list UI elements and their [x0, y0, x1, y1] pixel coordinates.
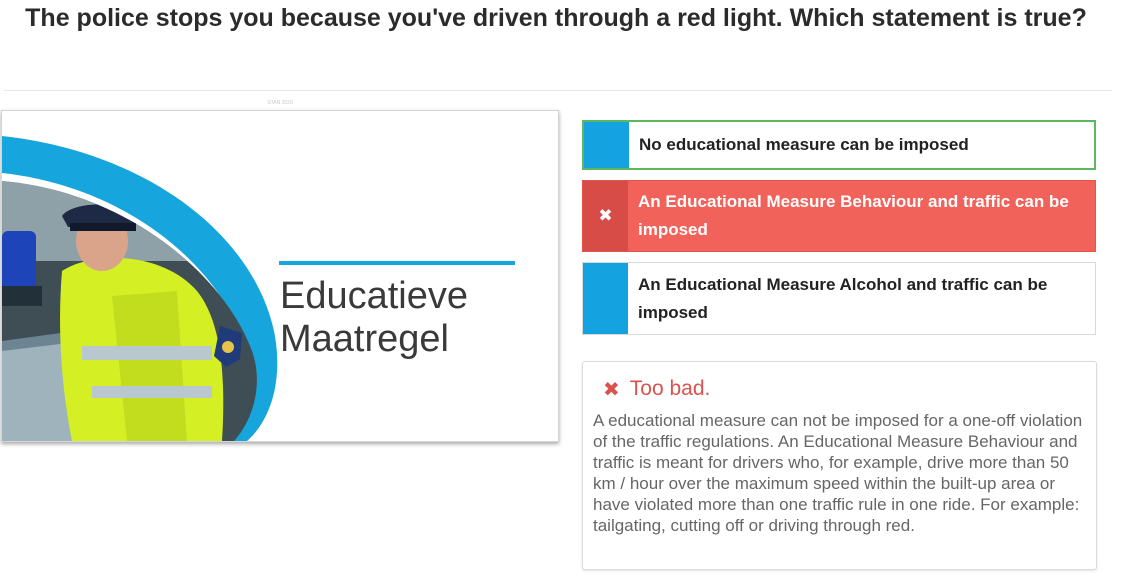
- question-image: Educatieve Maatregel: [1, 110, 559, 442]
- image-caption: STAN 2020: [267, 100, 293, 106]
- answer-marker: [583, 263, 628, 334]
- answer-label: An Educational Measure Behaviour and tra…: [638, 192, 1069, 239]
- slide-title: Educatieve Maatregel: [280, 275, 468, 361]
- answer-option[interactable]: An Educational Measure Alcohol and traff…: [582, 262, 1096, 335]
- close-x-icon: ✖: [603, 378, 620, 401]
- feedback-header: ✖ Too bad.: [603, 374, 1086, 404]
- question-title: The police stops you because you've driv…: [25, 4, 1087, 32]
- feedback-title: Too bad.: [629, 377, 711, 400]
- feedback-panel: ✖ Too bad. A educational measure can not…: [582, 361, 1097, 570]
- divider: [4, 90, 1112, 91]
- slide-title-line2: Maatregel: [280, 318, 449, 360]
- feedback-explanation: A educational measure can not be imposed…: [593, 411, 1083, 535]
- answer-label: An Educational Measure Alcohol and traff…: [638, 274, 1048, 322]
- answer-marker: [584, 122, 629, 168]
- answer-option-selected-wrong[interactable]: ✖ An Educational Measure Behaviour and t…: [582, 180, 1096, 252]
- slide-underline: [279, 261, 515, 265]
- slide-title-line1: Educatieve: [280, 275, 469, 317]
- answer-label: No educational measure can be imposed: [639, 135, 969, 154]
- answer-option-correct[interactable]: No educational measure can be imposed: [582, 120, 1096, 170]
- wrong-x-icon: ✖: [583, 181, 628, 251]
